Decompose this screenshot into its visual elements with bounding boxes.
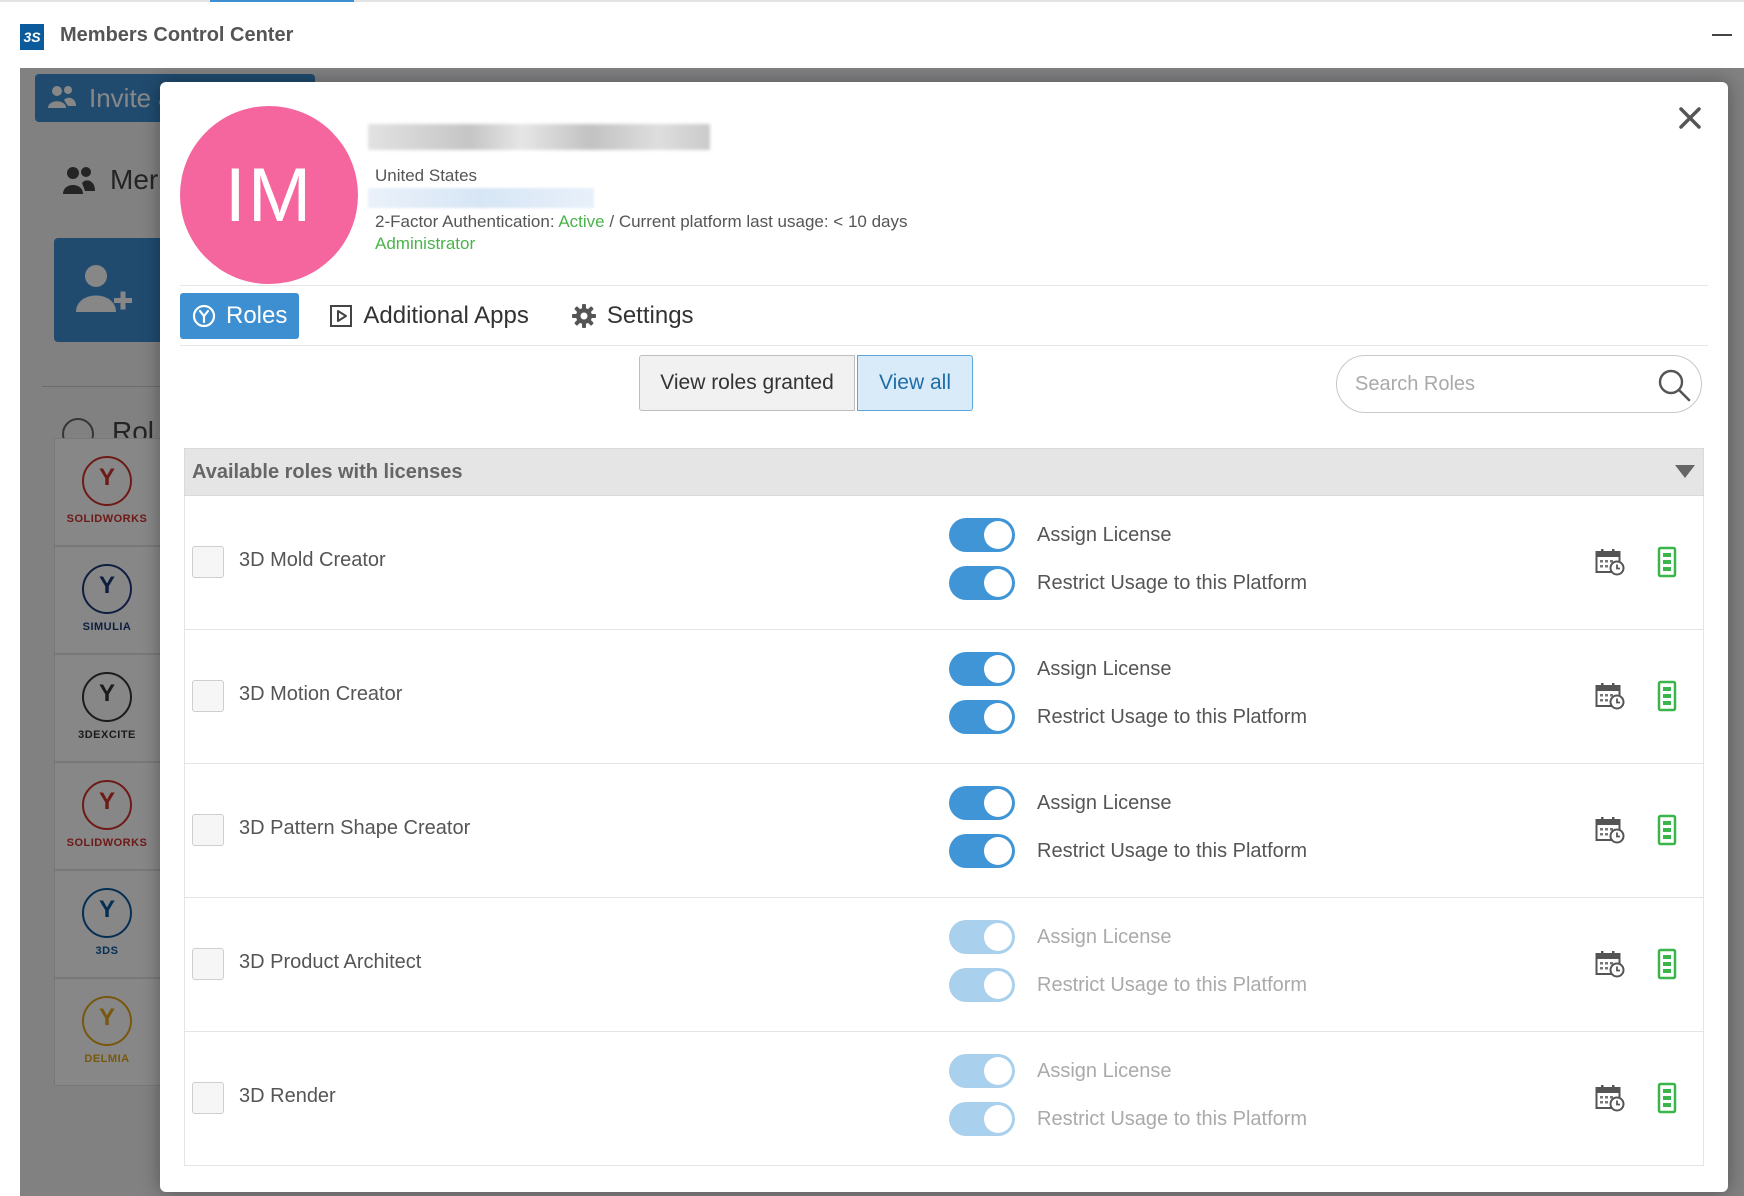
avatar: IM: [180, 106, 358, 284]
license-icon[interactable]: [1657, 814, 1677, 851]
tab-additional-apps[interactable]: Additional Apps: [317, 293, 540, 339]
collapse-caret-icon[interactable]: [1675, 465, 1695, 478]
restrict-usage-label: Restrict Usage to this Platform: [1037, 974, 1308, 996]
section-title: Available roles with licenses: [192, 461, 463, 483]
calendar-clock-icon[interactable]: [1595, 1084, 1625, 1117]
user-name-redacted: [368, 124, 710, 150]
close-modal-button[interactable]: [1672, 100, 1708, 136]
app-header: 3S Members Control Center: [0, 2, 1744, 68]
play-square-icon: [329, 304, 353, 328]
assign-license-toggle[interactable]: [949, 920, 1015, 954]
role-name: 3D Render: [239, 1085, 336, 1107]
role-name: 3D Pattern Shape Creator: [239, 817, 471, 839]
assign-license-label: Assign License: [1037, 658, 1172, 680]
mfa-label: 2-Factor Authentication:: [375, 212, 555, 231]
assign-license-toggle[interactable]: [949, 1054, 1015, 1088]
role-name: 3D Product Architect: [239, 951, 422, 973]
role-row: 3D Mold Creator Assign License Restrict …: [184, 496, 1704, 630]
role-checkbox[interactable]: [192, 1082, 224, 1114]
restrict-usage-label: Restrict Usage to this Platform: [1037, 840, 1308, 862]
tab-roles[interactable]: Roles: [180, 293, 300, 339]
assign-license-toggle[interactable]: [949, 786, 1015, 820]
assign-license-label: Assign License: [1037, 1060, 1172, 1082]
role-checkbox[interactable]: [192, 814, 224, 846]
role-checkbox[interactable]: [192, 948, 224, 980]
tabs-divider: [180, 345, 1708, 346]
platform-usage: / Current platform last usage: < 10 days: [609, 212, 908, 231]
user-country: United States: [375, 166, 478, 185]
search-roles-input[interactable]: [1355, 356, 1645, 412]
restrict-usage-label: Restrict Usage to this Platform: [1037, 1108, 1308, 1130]
role-row: 3D Product Architect Assign License Rest…: [184, 898, 1704, 1032]
role-row: 3D Render Assign License Restrict Usage …: [184, 1032, 1704, 1166]
view-roles-granted-button[interactable]: View roles granted: [639, 355, 855, 411]
user-role-badge: Administrator: [375, 234, 476, 253]
header-divider: [180, 285, 1708, 286]
license-icon[interactable]: [1657, 948, 1677, 985]
role-name: 3D Motion Creator: [239, 683, 403, 705]
assign-license-label: Assign License: [1037, 926, 1172, 948]
minimize-icon[interactable]: [1712, 34, 1732, 36]
tab-settings[interactable]: Settings: [559, 293, 706, 339]
assign-license-toggle[interactable]: [949, 652, 1015, 686]
restrict-usage-toggle[interactable]: [949, 834, 1015, 868]
calendar-clock-icon[interactable]: [1595, 816, 1625, 849]
license-icon[interactable]: [1657, 546, 1677, 583]
role-name: 3D Mold Creator: [239, 549, 386, 571]
calendar-clock-icon[interactable]: [1595, 682, 1625, 715]
roles-list: 3D Mold Creator Assign License Restrict …: [184, 496, 1704, 1166]
gear-icon: [571, 303, 597, 329]
calendar-clock-icon[interactable]: [1595, 548, 1625, 581]
role-checkbox[interactable]: [192, 546, 224, 578]
member-details-modal: IM United States 2-Factor Authentication…: [160, 82, 1728, 1192]
app-title: Members Control Center: [60, 24, 294, 46]
assign-license-toggle[interactable]: [949, 518, 1015, 552]
mfa-status-line: 2-Factor Authentication: Active / Curren…: [375, 212, 908, 232]
search-icon[interactable]: [1657, 368, 1691, 407]
tab-roles-label: Roles: [226, 302, 288, 329]
restrict-usage-toggle[interactable]: [949, 1102, 1015, 1136]
assign-license-label: Assign License: [1037, 792, 1172, 814]
view-all-button[interactable]: View all: [857, 355, 973, 411]
license-icon[interactable]: [1657, 680, 1677, 717]
assign-license-label: Assign License: [1037, 524, 1172, 546]
role-row: 3D Pattern Shape Creator Assign License …: [184, 764, 1704, 898]
restrict-usage-toggle[interactable]: [949, 566, 1015, 600]
license-icon[interactable]: [1657, 1082, 1677, 1119]
roles-icon: [192, 304, 216, 328]
restrict-usage-toggle[interactable]: [949, 968, 1015, 1002]
view-mode-toggle: View roles granted View all: [639, 355, 973, 411]
user-email-redacted: [368, 188, 594, 208]
role-row: 3D Motion Creator Assign License Restric…: [184, 630, 1704, 764]
modal-tabs: Roles Additional Apps Settings: [180, 292, 724, 340]
mfa-status: Active: [558, 212, 605, 231]
3ds-logo-icon: 3S: [20, 24, 44, 50]
roles-section-header[interactable]: Available roles with licenses: [184, 448, 1704, 496]
restrict-usage-toggle[interactable]: [949, 700, 1015, 734]
close-icon: [1679, 107, 1701, 129]
restrict-usage-label: Restrict Usage to this Platform: [1037, 572, 1308, 594]
tab-additional-apps-label: Additional Apps: [363, 302, 529, 329]
role-checkbox[interactable]: [192, 680, 224, 712]
restrict-usage-label: Restrict Usage to this Platform: [1037, 706, 1308, 728]
tab-settings-label: Settings: [606, 302, 694, 329]
search-roles-box: [1336, 355, 1702, 413]
calendar-clock-icon[interactable]: [1595, 950, 1625, 983]
